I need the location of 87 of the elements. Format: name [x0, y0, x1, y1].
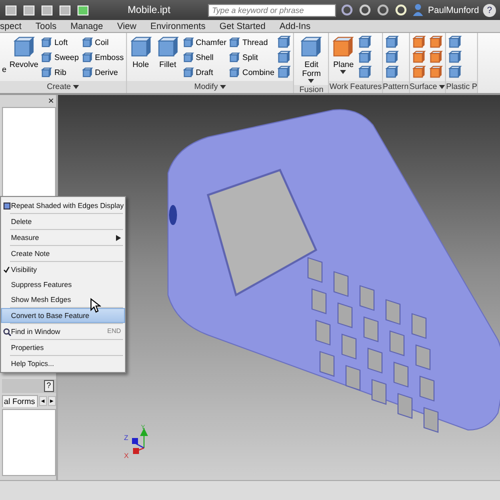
- ribbon-button[interactable]: Plane: [331, 35, 356, 74]
- cube-icon: [182, 66, 194, 78]
- cube-icon: [82, 52, 93, 62]
- ribbon-button[interactable]: Split: [229, 50, 274, 64]
- panel-title[interactable]: Fusion: [299, 85, 324, 93]
- ribbon-button[interactable]: Edit Form: [296, 35, 326, 83]
- cube-icon: [229, 36, 240, 48]
- toolbar-icon[interactable]: [40, 3, 54, 17]
- ribbon-tab[interactable]: Add-Ins: [279, 21, 311, 31]
- cube-icon: [229, 66, 240, 78]
- cube-icon: [41, 52, 52, 62]
- panel-title[interactable]: Surface: [410, 82, 438, 92]
- ribbon-button[interactable]: Shell: [182, 50, 226, 64]
- ribbon-button[interactable]: Chamfer: [182, 35, 226, 49]
- ribbon-button[interactable]: Derive: [82, 65, 124, 79]
- toolbar-icon[interactable]: [58, 3, 72, 17]
- ribbon-button[interactable]: Loft: [41, 35, 79, 49]
- ribbon-button[interactable]: Revolve: [9, 35, 38, 69]
- search-icon: [2, 328, 10, 336]
- ribbon-button[interactable]: Sweep: [41, 50, 79, 64]
- cube-icon: [182, 36, 194, 48]
- cube-icon[interactable]: [277, 35, 292, 49]
- toolbar-icon[interactable]: [376, 3, 390, 17]
- cube-icon[interactable]: [412, 35, 426, 49]
- cube-icon[interactable]: [428, 35, 443, 49]
- cube-icon: [82, 36, 93, 48]
- ribbon-button[interactable]: Rib: [41, 65, 79, 79]
- cube-icon[interactable]: [428, 65, 443, 79]
- cube-icon[interactable]: [412, 50, 426, 64]
- panel-title[interactable]: Plastic P: [446, 82, 478, 92]
- ribbon-button[interactable]: Draft: [182, 65, 226, 79]
- ribbon-button[interactable]: e: [2, 65, 6, 74]
- cube-icon[interactable]: [428, 50, 443, 64]
- panel-title[interactable]: Modify: [194, 82, 218, 92]
- cube-icon[interactable]: [277, 65, 292, 79]
- panel-title[interactable]: Work Features: [329, 82, 382, 92]
- cube-icon: [299, 35, 324, 59]
- user-name[interactable]: PaulMunford: [428, 5, 479, 15]
- close-button[interactable]: ×: [48, 96, 54, 106]
- ribbon-button[interactable]: Emboss: [82, 50, 124, 64]
- toolbar-icon[interactable]: [22, 3, 36, 17]
- ribbon-button[interactable]: Thread: [229, 35, 274, 49]
- cube-icon: [229, 52, 240, 62]
- ribbon-tab[interactable]: Manage: [70, 21, 104, 31]
- cube-icon: [182, 52, 194, 62]
- toolbar-icon[interactable]: [340, 3, 354, 17]
- cube-icon[interactable]: [448, 65, 462, 79]
- cube-icon: [12, 35, 36, 59]
- search-field[interactable]: Type a keyword or phrase: [208, 4, 336, 16]
- cube-icon[interactable]: [358, 50, 372, 64]
- help-button[interactable]: ?: [44, 380, 54, 392]
- ribbon-tab[interactable]: View: [117, 21, 136, 31]
- toolbar-icon[interactable]: [358, 3, 372, 17]
- cube-icon: [2, 202, 10, 210]
- toolbar-icon[interactable]: [76, 3, 90, 17]
- cube-icon: [128, 35, 153, 59]
- cube-icon: [331, 35, 356, 59]
- toolbar-icon[interactable]: [4, 3, 18, 17]
- ribbon-button[interactable]: Combine: [229, 65, 274, 79]
- cube-icon[interactable]: [448, 50, 462, 64]
- cube-icon[interactable]: [448, 35, 462, 49]
- cube-icon[interactable]: [384, 65, 399, 79]
- window-title: Mobile.ipt: [126, 4, 172, 16]
- cube-icon: [41, 66, 52, 78]
- user-icon: [412, 3, 424, 17]
- cube-icon[interactable]: [358, 35, 372, 49]
- ribbon-button[interactable]: Fillet: [156, 35, 180, 69]
- mouse-pointer-icon: [90, 298, 101, 313]
- cube-icon[interactable]: [412, 65, 426, 79]
- cube-icon[interactable]: [277, 50, 292, 64]
- cube-icon[interactable]: [384, 35, 399, 49]
- help-button[interactable]: ?: [483, 4, 496, 16]
- cube-icon: [82, 66, 93, 78]
- ribbon-button[interactable]: Coil: [82, 35, 124, 49]
- cube-icon: [156, 35, 180, 59]
- axis-triad-drawing: [132, 428, 148, 454]
- ribbon-tab[interactable]: Environments: [150, 21, 206, 31]
- ribbon-tab[interactable]: spect: [0, 21, 22, 31]
- panel-title[interactable]: Pattern: [382, 82, 409, 92]
- panel-tab[interactable]: al Forms: [2, 395, 38, 407]
- ribbon-button[interactable]: Hole: [128, 35, 153, 69]
- cube-icon[interactable]: [384, 50, 399, 64]
- cube-icon[interactable]: [358, 65, 372, 79]
- panel-title[interactable]: Create: [46, 82, 71, 92]
- cube-icon: [41, 36, 52, 48]
- ribbon-tab[interactable]: Tools: [36, 21, 57, 31]
- ribbon-tab[interactable]: Get Started: [219, 21, 266, 31]
